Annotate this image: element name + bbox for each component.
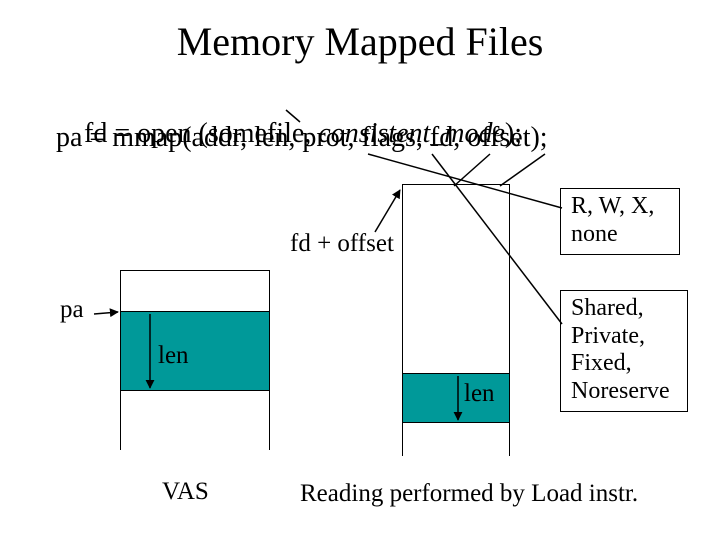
label-vas: VAS [162, 478, 209, 506]
label-reading: Reading performed by Load instr. [300, 480, 638, 508]
diagram-lines [0, 0, 720, 540]
vas-segment-top [121, 271, 269, 311]
slide: Memory Mapped Files fd = open (somefile,… [0, 0, 720, 540]
slide-title: Memory Mapped Files [0, 18, 720, 65]
file-column [402, 184, 510, 456]
label-pa: pa [60, 296, 84, 324]
vas-segment-bottom [121, 391, 269, 451]
code-line-mmap: pa = mmap(addr, len, prot, flags, fd, of… [56, 122, 548, 154]
callout-prot: R, W, X, none [560, 188, 680, 255]
vas-segment-mapped [121, 311, 269, 391]
callout-flags: Shared, Private, Fixed, Noreserve [560, 290, 688, 412]
label-fd-offset: fd + offset [290, 230, 394, 258]
vas-column [120, 270, 270, 450]
label-len-file: len [464, 380, 495, 408]
label-len-vas: len [158, 342, 189, 370]
file-segment-top [403, 185, 509, 373]
file-segment-bottom [403, 423, 509, 457]
